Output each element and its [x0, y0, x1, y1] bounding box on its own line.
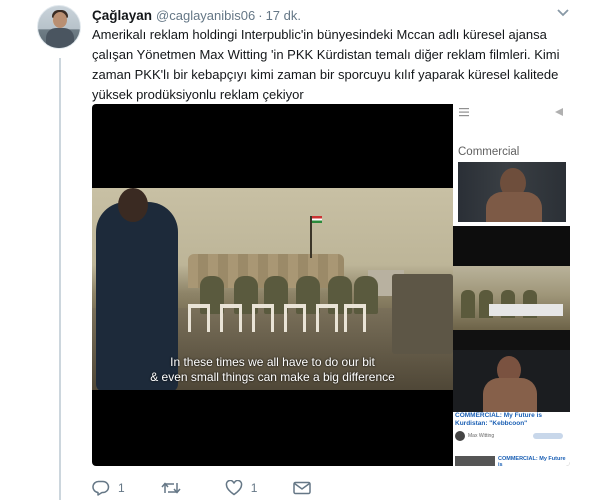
soldier-figure	[461, 290, 475, 318]
related-video-user: Max Witting	[455, 431, 494, 441]
table	[489, 304, 563, 316]
related-video-2[interactable]: COMMERCIAL: My Future is	[455, 456, 566, 466]
tweet-header: Çağlayan @caglayanibis06 · 17 dk.	[92, 6, 301, 24]
thumbnail-body	[486, 192, 542, 222]
avatar-head	[53, 12, 67, 28]
plastic-chair	[252, 304, 274, 332]
retweet-button[interactable]	[161, 480, 189, 496]
related-video-title[interactable]: COMMERCIAL: My Future is Kurdistan: "Keb…	[455, 412, 565, 428]
share-icon[interactable]	[554, 107, 564, 117]
mini-avatar	[455, 431, 465, 441]
strip-soldiers-scene	[453, 266, 570, 330]
thread-line	[59, 58, 61, 500]
plastic-chair	[344, 304, 366, 332]
military-truck	[392, 274, 453, 354]
playlist-icon[interactable]	[459, 107, 473, 117]
reply-count: 1	[118, 481, 125, 495]
section-label: Commercial	[458, 146, 520, 158]
tweet-text: Amerikalı reklam holdingi Interpublic'in…	[92, 27, 560, 102]
display-name[interactable]: Çağlayan	[92, 8, 152, 23]
plastic-chair	[220, 304, 242, 332]
reply-icon	[92, 480, 110, 496]
related-video-username[interactable]: Max Witting	[468, 433, 494, 439]
like-button[interactable]: 1	[225, 480, 258, 496]
plastic-chair	[188, 304, 210, 332]
user-handle[interactable]: @caglayanibis06	[156, 8, 255, 23]
message-button[interactable]	[293, 481, 312, 495]
subtitle-line-2: & even small things can make a big diffe…	[150, 370, 395, 384]
heart-icon	[225, 480, 243, 496]
related-videos-sidebar: Commercial COMMERCIAL: My Future is Kurd…	[453, 104, 570, 466]
media-embed[interactable]: In these times we all have to do our bit…	[92, 104, 570, 466]
related-video-info[interactable]: COMMERCIAL: My Future is Kurdistan: "Keb…	[453, 412, 570, 466]
sidebar-top-controls	[453, 104, 570, 120]
like-count: 1	[250, 481, 258, 495]
envelope-icon	[293, 481, 312, 495]
portrait-body	[483, 378, 537, 412]
tweet-timestamp[interactable]: 17 dk.	[266, 8, 301, 23]
separator-dot: ·	[258, 7, 263, 23]
tweet-actions: 1 1	[92, 478, 422, 498]
avatar-torso	[46, 28, 74, 48]
retweet-icon	[161, 480, 181, 496]
subtitle-line-1: In these times we all have to do our bit	[170, 355, 375, 369]
plastic-chair	[284, 304, 306, 332]
chevron-down-icon[interactable]	[555, 5, 571, 21]
reply-button[interactable]: 1	[92, 480, 125, 496]
standing-man-head	[118, 188, 148, 222]
plastic-chair	[316, 304, 338, 332]
subscribe-pill[interactable]	[533, 433, 563, 439]
flag	[312, 216, 322, 223]
video-player[interactable]: In these times we all have to do our bit…	[92, 104, 453, 466]
mini-thumbnail[interactable]	[455, 456, 495, 466]
related-video-thumbnail[interactable]	[458, 162, 566, 222]
avatar[interactable]	[37, 5, 81, 49]
strip-portrait-scene	[453, 350, 570, 412]
related-video-title-2[interactable]: COMMERCIAL: My Future is	[498, 456, 566, 466]
